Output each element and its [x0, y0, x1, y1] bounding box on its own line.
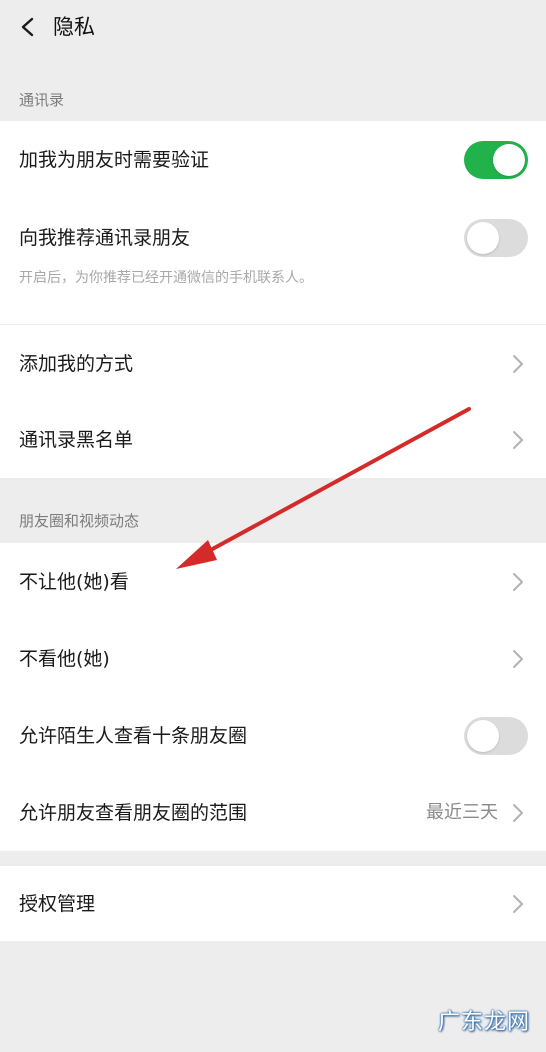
visible-range-value: 最近三天: [426, 802, 498, 823]
row-require-verification[interactable]: 加我为朋友时需要验证: [0, 121, 546, 201]
header-bar: 隐私: [0, 0, 546, 60]
row-label: 不让他(她)看: [19, 571, 129, 593]
row-add-me-methods[interactable]: 添加我的方式: [0, 325, 546, 403]
toggle-knob: [493, 144, 525, 176]
verification-toggle[interactable]: [464, 141, 528, 179]
chevron-right-icon: [513, 355, 523, 373]
row-label: 向我推荐通讯录朋友: [19, 227, 191, 249]
row-contacts-blacklist[interactable]: 通讯录黑名单: [0, 403, 546, 478]
chevron-right-icon: [513, 895, 523, 913]
chevron-right-icon: [513, 573, 523, 591]
recommend-contacts-toggle[interactable]: [464, 219, 528, 257]
chevron-right-icon: [513, 431, 523, 449]
auth-card: 授权管理: [0, 866, 546, 941]
row-label: 不看他(她): [19, 648, 110, 670]
row-description: 开启后，为你推荐已经开通微信的手机联系人。: [19, 270, 313, 286]
toggle-knob: [467, 222, 499, 254]
chevron-right-icon: [513, 804, 523, 822]
contacts-card: 加我为朋友时需要验证 向我推荐通讯录朋友 开启后，为你推荐已经开通微信的手机联系…: [0, 121, 546, 478]
row-label: 加我为朋友时需要验证: [19, 149, 210, 171]
section-label-contacts: 通讯录: [19, 91, 65, 109]
row-hide-their-posts[interactable]: 不看他(她): [0, 620, 546, 697]
row-recommend-contacts[interactable]: 向我推荐通讯录朋友 开启后，为你推荐已经开通微信的手机联系人。: [0, 201, 546, 323]
toggle-knob: [467, 720, 499, 752]
row-authorization-management[interactable]: 授权管理: [0, 866, 546, 941]
chevron-right-icon: [513, 650, 523, 668]
row-stranger-ten-posts[interactable]: 允许陌生人查看十条朋友圈: [0, 697, 546, 774]
page-title: 隐私: [53, 15, 95, 39]
row-label: 允许陌生人查看十条朋友圈: [19, 725, 248, 747]
row-hide-my-posts[interactable]: 不让他(她)看: [0, 543, 546, 620]
stranger-posts-toggle[interactable]: [464, 717, 528, 755]
chevron-left-icon[interactable]: [18, 17, 38, 37]
row-label: 允许朋友查看朋友圈的范围: [19, 802, 248, 824]
section-label-moments: 朋友圈和视频动态: [19, 512, 140, 530]
row-label: 添加我的方式: [19, 353, 134, 375]
row-visible-range[interactable]: 允许朋友查看朋友圈的范围 最近三天: [0, 774, 546, 851]
row-label: 授权管理: [19, 893, 96, 915]
moments-card: 不让他(她)看 不看他(她) 允许陌生人查看十条朋友圈 允许朋友查看朋友圈的范围…: [0, 543, 546, 851]
watermark-text: 广东龙网: [438, 1010, 531, 1035]
row-label: 通讯录黑名单: [19, 429, 134, 451]
